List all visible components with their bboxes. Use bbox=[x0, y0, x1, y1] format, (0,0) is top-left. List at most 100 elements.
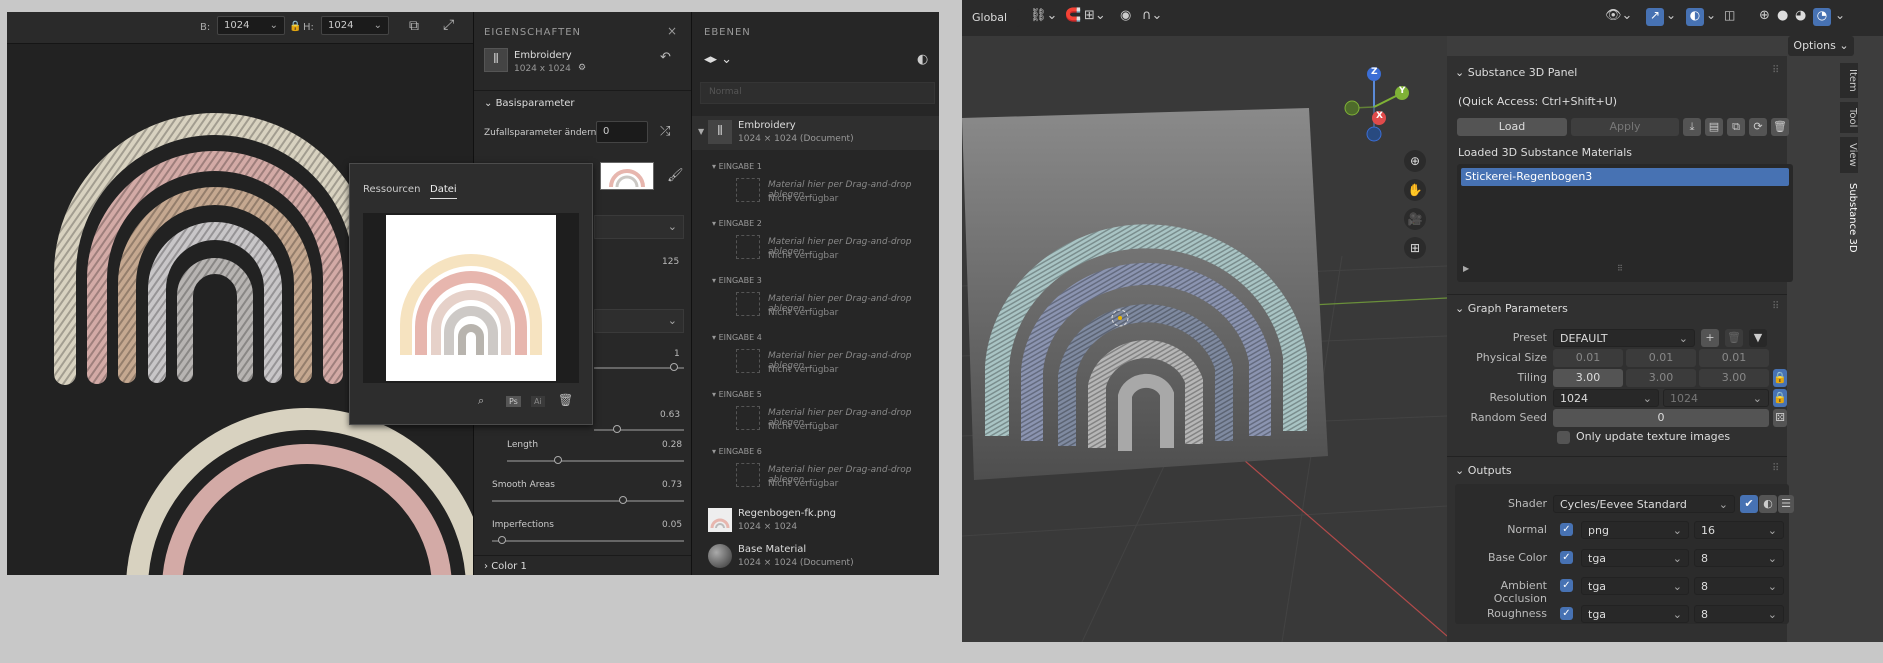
smooth-slider-track[interactable] bbox=[492, 500, 684, 502]
chevron-down-icon[interactable]: ⌄ bbox=[1666, 8, 1676, 22]
tiling-z[interactable]: 3.00 bbox=[1699, 369, 1769, 387]
bit-depth-dropdown[interactable]: 8 ⌄ bbox=[1694, 605, 1784, 623]
snap-target-icon[interactable]: ⊞⌄ bbox=[1084, 8, 1106, 23]
format-dropdown[interactable]: tga ⌄ bbox=[1581, 577, 1689, 595]
output-checkbox[interactable]: ✓ bbox=[1560, 607, 1573, 620]
pivot-icon[interactable]: ⛓⌄ bbox=[1030, 8, 1057, 23]
drop-target[interactable] bbox=[736, 349, 760, 373]
input-slot[interactable]: ▾ EINGABE 2 Material hier per Drag-and-d… bbox=[692, 219, 939, 276]
blend-mode-icon[interactable]: ◂▸ ⌄ bbox=[704, 52, 732, 67]
xray-icon[interactable]: ◫ bbox=[1724, 8, 1735, 22]
physical-size-y[interactable]: 0.01 bbox=[1626, 349, 1696, 367]
solid-shading-icon[interactable]: ● bbox=[1777, 8, 1788, 23]
slider-2-track[interactable] bbox=[594, 429, 684, 431]
preset-dropdown[interactable]: DEFAULT ⌄ bbox=[1553, 329, 1695, 347]
input-slot[interactable]: ▾ EINGABE 1 Material hier per Drag-and-d… bbox=[692, 162, 939, 219]
color1-section[interactable]: › Color 1 bbox=[484, 561, 527, 572]
tiling-x[interactable]: 3.00 bbox=[1553, 369, 1623, 387]
tab-tool[interactable]: Tool bbox=[1839, 100, 1859, 135]
options-button[interactable]: Options ⌄ bbox=[1788, 36, 1854, 56]
tab-substance-3d[interactable]: Substance 3D bbox=[1839, 175, 1859, 260]
drop-target[interactable] bbox=[736, 292, 760, 316]
random-seed-field[interactable]: 0 bbox=[1553, 409, 1769, 427]
bit-depth-dropdown[interactable]: 16 ⌄ bbox=[1694, 521, 1784, 539]
orientation-dropdown[interactable]: Global⌄ bbox=[966, 9, 1020, 42]
imperfections-slider-track[interactable] bbox=[492, 540, 684, 542]
drop-target[interactable] bbox=[736, 235, 760, 259]
layer-image-regenbogen[interactable]: Regenbogen-fk.png 1024 × 1024 bbox=[692, 504, 939, 538]
output-checkbox[interactable]: ✓ bbox=[1560, 551, 1573, 564]
imperfections-slider-handle[interactable] bbox=[498, 536, 506, 544]
resize-handle-icon[interactable]: ⠿ bbox=[1617, 264, 1623, 273]
physical-size-z[interactable]: 0.01 bbox=[1699, 349, 1769, 367]
lock-icon[interactable]: 🔒 bbox=[289, 21, 301, 32]
rendered-shading-icon[interactable]: ◔ bbox=[1813, 8, 1831, 26]
only-update-checkbox[interactable] bbox=[1557, 431, 1570, 444]
format-dropdown[interactable]: tga ⌄ bbox=[1581, 549, 1689, 567]
input-slot[interactable]: ▾ EINGABE 6 Material hier per Drag-and-d… bbox=[692, 447, 939, 504]
tab-view[interactable]: View bbox=[1839, 136, 1859, 174]
slider-2-handle[interactable] bbox=[613, 425, 621, 433]
delete-preset-icon[interactable]: 🗑 bbox=[1725, 329, 1743, 347]
resolution-y-dropdown[interactable]: 1024 ⌄ bbox=[1663, 389, 1769, 407]
input-slot[interactable]: ▾ EINGABE 3 Material hier per Drag-and-d… bbox=[692, 276, 939, 333]
output-checkbox[interactable]: ✓ bbox=[1560, 523, 1573, 536]
apply-button[interactable]: Apply bbox=[1571, 118, 1679, 136]
physical-size-x[interactable]: 0.01 bbox=[1553, 349, 1623, 367]
outputs-header[interactable]: ⌄ Outputs bbox=[1455, 464, 1512, 477]
camera-icon[interactable]: 🎥 bbox=[1404, 208, 1426, 230]
length-slider-handle[interactable] bbox=[554, 456, 562, 464]
expand-icon[interactable]: ▶ bbox=[1463, 264, 1469, 273]
shader-dropdown[interactable]: Cycles/Eevee Standard ⌄ bbox=[1553, 495, 1735, 513]
bit-depth-dropdown[interactable]: 8 ⌄ bbox=[1694, 577, 1784, 595]
preset-menu-icon[interactable]: ▼ bbox=[1749, 329, 1767, 347]
input-slot[interactable]: ▾ EINGABE 5 Material hier per Drag-and-d… bbox=[692, 390, 939, 447]
trash-icon[interactable]: 🗑 bbox=[558, 393, 573, 407]
drag-handle-icon[interactable]: ⠿ bbox=[1772, 301, 1779, 312]
drop-target[interactable] bbox=[736, 406, 760, 430]
shading-icon[interactable]: ◐ bbox=[1759, 495, 1777, 513]
bit-depth-dropdown[interactable]: 8 ⌄ bbox=[1694, 549, 1784, 567]
gear-icon[interactable]: ⚙ bbox=[578, 63, 586, 73]
tab-item[interactable]: Item bbox=[1839, 62, 1859, 99]
material-shading-icon[interactable]: ◕ bbox=[1795, 8, 1806, 23]
resolution-lock-icon[interactable]: 🔒 bbox=[1773, 389, 1787, 407]
format-dropdown[interactable]: tga ⌄ bbox=[1581, 605, 1689, 623]
refresh-icon[interactable]: ⟳ bbox=[1749, 118, 1767, 136]
overlay-toggle-icon[interactable]: ◐ bbox=[1686, 8, 1704, 26]
add-preset-icon[interactable]: + bbox=[1701, 329, 1719, 347]
length-slider-track[interactable] bbox=[507, 460, 684, 462]
contrast-icon[interactable]: ◐ bbox=[917, 52, 928, 67]
duplicate-icon[interactable]: ⧉ bbox=[1727, 118, 1745, 136]
close-icon[interactable]: × bbox=[667, 24, 677, 38]
chevron-down-icon[interactable]: ⌄ bbox=[1835, 8, 1845, 22]
graph-parameters-header[interactable]: ⌄ Graph Parameters bbox=[1455, 302, 1568, 315]
check-all-icon[interactable]: ✔ bbox=[1740, 495, 1758, 513]
dice-icon[interactable]: ⚄ bbox=[1773, 409, 1787, 427]
output-checkbox[interactable]: ✓ bbox=[1560, 579, 1573, 592]
drop-target[interactable] bbox=[736, 463, 760, 487]
blend-mode-field[interactable]: Normal bbox=[700, 82, 935, 104]
navigation-gizmo[interactable]: Z Y X bbox=[1342, 62, 1422, 142]
load-button[interactable]: Load bbox=[1457, 118, 1567, 136]
falloff-icon[interactable]: ∩⌄ bbox=[1142, 8, 1162, 23]
illustrator-icon[interactable]: Ai bbox=[531, 396, 545, 407]
smooth-slider-handle[interactable] bbox=[619, 496, 627, 504]
layer-base-material[interactable]: Base Material 1024 × 1024 (Document) bbox=[692, 540, 939, 574]
slider-1-handle[interactable] bbox=[670, 363, 678, 371]
pan-hand-icon[interactable]: ✋ bbox=[1404, 179, 1426, 201]
drag-handle-icon[interactable]: ⠿ bbox=[1772, 65, 1779, 76]
layer-root-embroidery[interactable]: ▼ ⫴ Embroidery 1024 × 1024 (Document) bbox=[692, 116, 939, 150]
gizmo-toggle-icon[interactable]: ↗ bbox=[1646, 8, 1664, 26]
proportional-icon[interactable]: ◉ bbox=[1120, 8, 1131, 23]
drag-handle-icon[interactable]: ⠿ bbox=[1772, 463, 1779, 474]
drop-target[interactable] bbox=[736, 178, 760, 202]
height-dropdown[interactable]: 1024 ⌄ bbox=[321, 16, 389, 35]
expand-icon[interactable]: ⤢ bbox=[443, 17, 454, 33]
substance-panel-header[interactable]: ⌄ Substance 3D Panel bbox=[1455, 66, 1577, 79]
tiling-y[interactable]: 3.00 bbox=[1626, 369, 1696, 387]
list-icon[interactable]: ☰ bbox=[1778, 495, 1794, 513]
reset-icon[interactable]: ↶ bbox=[660, 50, 671, 65]
load-icon[interactable]: ⤓ bbox=[1683, 118, 1701, 136]
dropdown-1[interactable]: ⌄ bbox=[594, 215, 684, 239]
